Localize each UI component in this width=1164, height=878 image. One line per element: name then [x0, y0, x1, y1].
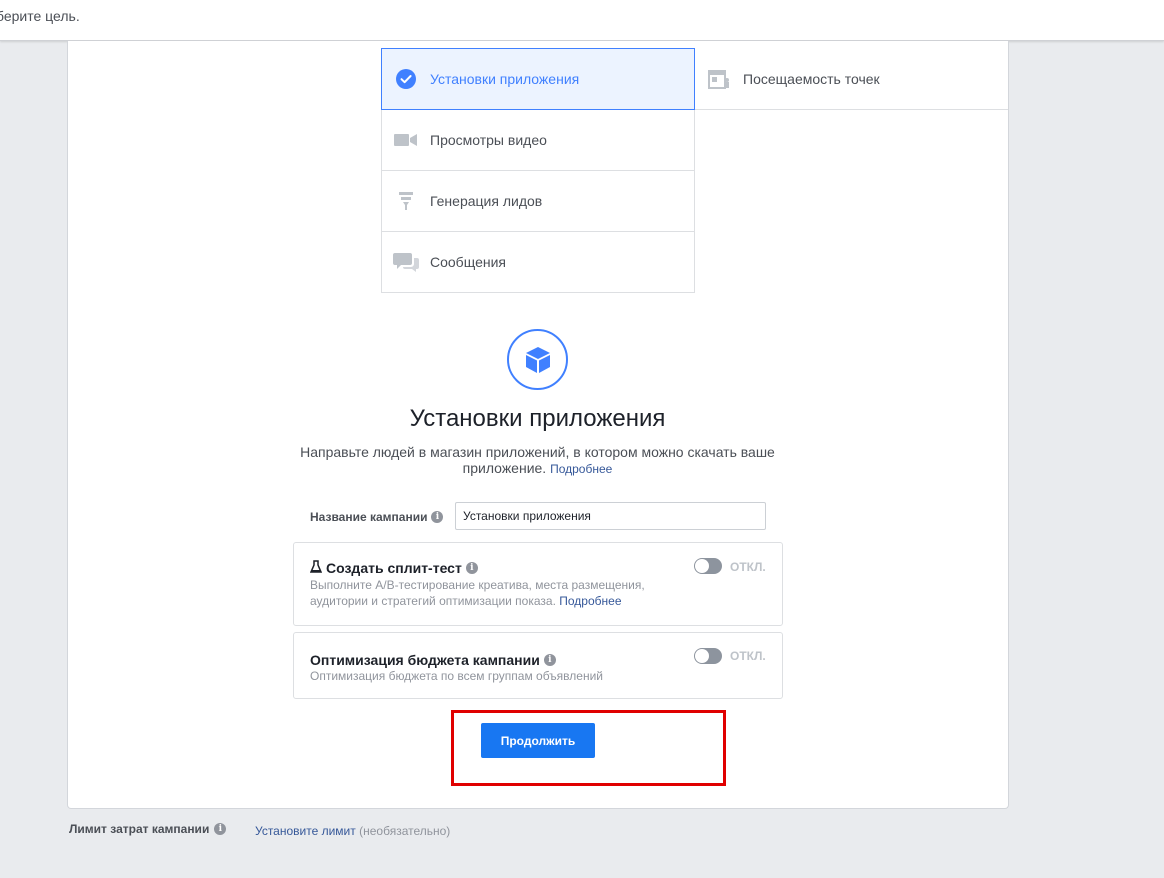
- split-test-title: Создать сплит-тест i: [309, 560, 478, 576]
- learn-more-link[interactable]: Подробнее: [550, 462, 612, 476]
- spend-limit-label: Лимит затрат кампании i: [69, 822, 227, 836]
- flask-icon: [309, 560, 323, 576]
- split-test-option: Создать сплит-тест i Выполните A/B-тести…: [293, 542, 783, 626]
- store-icon: [695, 69, 743, 89]
- spend-limit-row: Установите лимит (необязательно): [255, 824, 450, 838]
- budget-optimization-title-text: Оптимизация бюджета кампании: [310, 652, 540, 668]
- campaign-name-label: Название кампании i: [310, 510, 444, 524]
- budget-optimization-description: Оптимизация бюджета по всем группам объя…: [310, 669, 603, 683]
- optional-note: (необязательно): [359, 824, 451, 838]
- budget-optimization-option: Оптимизация бюджета кампании i Оптимизац…: [293, 632, 783, 699]
- objective-description: Направьте людей в магазин приложений, в …: [290, 444, 785, 477]
- objective-video-views[interactable]: Просмотры видео: [381, 109, 695, 171]
- toggle-knob: [695, 649, 709, 663]
- objective-description-text: Направьте людей в магазин приложений, в …: [300, 444, 775, 476]
- objective-store-visits[interactable]: Посещаемость точек: [695, 48, 1008, 110]
- info-icon[interactable]: i: [214, 823, 227, 835]
- budget-optimization-title: Оптимизация бюджета кампании i: [310, 652, 556, 668]
- campaign-name-label-text: Название кампании: [310, 510, 428, 524]
- objective-label: Просмотры видео: [430, 132, 547, 148]
- objective-label: Посещаемость точек: [743, 70, 880, 87]
- objective-app-installs[interactable]: Установки приложения: [381, 48, 695, 110]
- info-icon[interactable]: i: [543, 654, 556, 666]
- cube-icon: [507, 329, 568, 390]
- objective-title: Установки приложения: [409, 405, 666, 432]
- objective-label: Сообщения: [430, 254, 506, 270]
- info-icon[interactable]: i: [431, 511, 444, 523]
- chat-bubbles-icon: [382, 251, 430, 273]
- toggle-knob: [695, 559, 709, 573]
- objective-lead-generation[interactable]: Генерация лидов: [381, 170, 695, 232]
- objective-label: Генерация лидов: [430, 193, 543, 209]
- split-test-description: Выполните A/B-тестирование креатива, мес…: [310, 577, 670, 609]
- objective-prompt: берите цель.: [0, 8, 80, 24]
- check-circle-icon: [382, 69, 430, 89]
- top-bar: берите цель.: [0, 0, 1164, 41]
- split-test-toggle[interactable]: [694, 558, 722, 574]
- set-limit-link[interactable]: Установите лимит: [255, 824, 356, 838]
- split-test-title-text: Создать сплит-тест: [326, 560, 462, 576]
- objective-label: Установки приложения: [430, 71, 580, 87]
- funnel-icon: [382, 191, 430, 211]
- campaign-name-input[interactable]: [455, 502, 766, 530]
- video-camera-icon: [382, 132, 430, 148]
- budget-optimization-toggle-label: ОТКЛ.: [730, 649, 766, 663]
- budget-optimization-toggle[interactable]: [694, 648, 722, 664]
- continue-button[interactable]: Продолжить: [481, 723, 595, 758]
- spend-limit-label-text: Лимит затрат кампании: [69, 822, 210, 836]
- split-test-toggle-label: ОТКЛ.: [730, 560, 766, 574]
- split-test-learn-more-link[interactable]: Подробнее: [559, 594, 621, 608]
- info-icon[interactable]: i: [465, 562, 478, 574]
- objective-messages[interactable]: Сообщения: [381, 231, 695, 293]
